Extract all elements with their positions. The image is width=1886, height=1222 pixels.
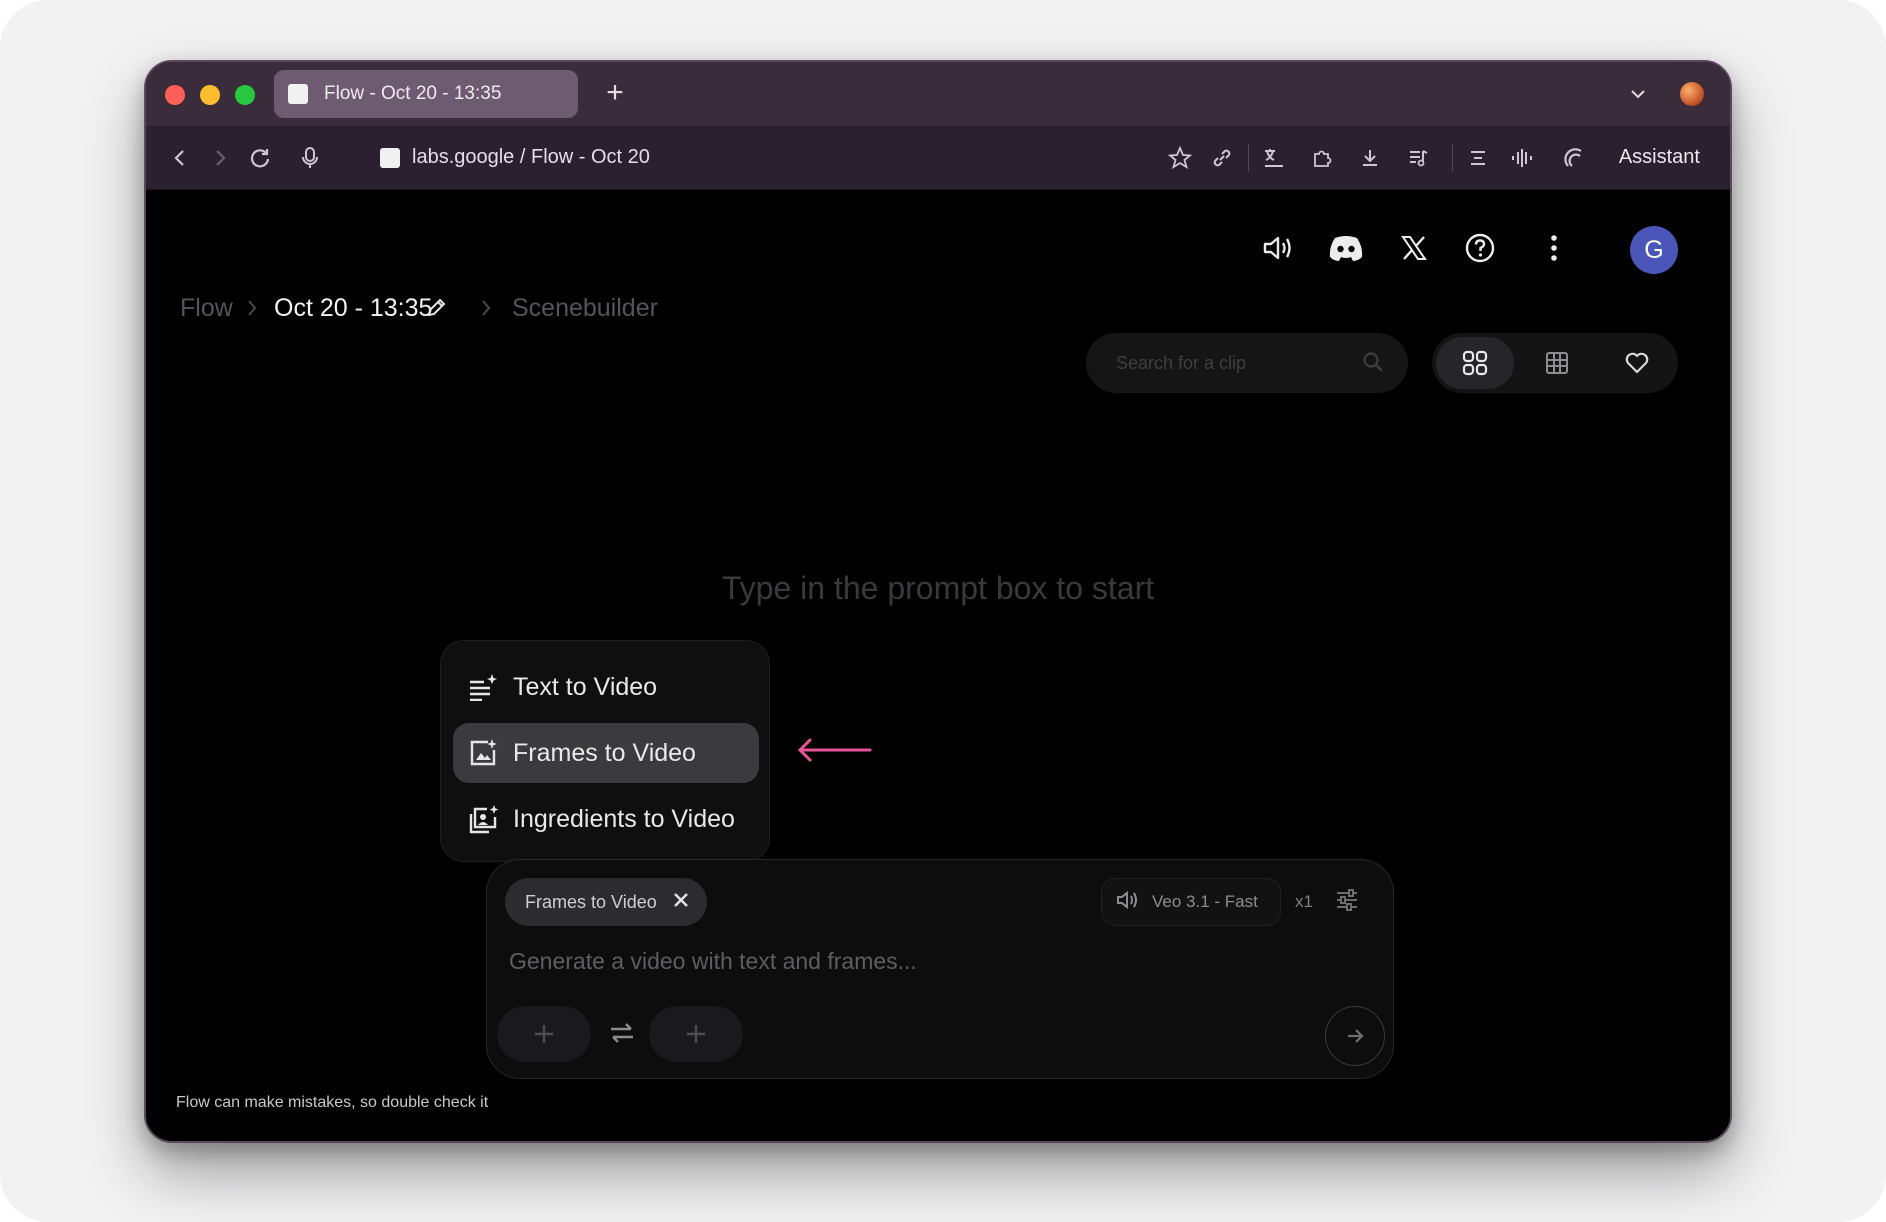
assistant-button-label[interactable]: Assistant [1619, 146, 1700, 169]
user-avatar[interactable]: G [1630, 226, 1678, 274]
menu-item-label: Frames to Video [513, 738, 696, 767]
prompt-input[interactable] [509, 944, 1329, 978]
swap-frames-icon[interactable] [607, 1020, 637, 1051]
ingredients-icon [467, 803, 499, 835]
grid-3x3-icon [1546, 352, 1568, 374]
minimize-window-button[interactable] [200, 85, 220, 105]
breadcrumb-chevron-icon [466, 288, 506, 328]
menu-item-ingredients-to-video[interactable]: Ingredients to Video [453, 789, 759, 849]
generation-mode-menu: Text to Video Frames to Video Ingredient… [440, 640, 770, 862]
clip-search-input[interactable] [1116, 349, 1356, 377]
translate-icon[interactable] [1260, 144, 1288, 172]
menu-item-frames-to-video[interactable]: Frames to Video [453, 723, 759, 783]
browser-window: Flow - Oct 20 - 13:35 + labs.google / Fl… [144, 60, 1732, 1143]
grid-2x2-icon [1462, 350, 1488, 376]
assistant-icon[interactable] [1560, 144, 1588, 172]
edit-pencil-icon[interactable] [416, 288, 456, 328]
tune-settings-icon[interactable] [1335, 888, 1359, 917]
favorites-view-button[interactable] [1598, 337, 1676, 389]
clip-search-box [1086, 333, 1408, 393]
back-arrow-icon[interactable] [166, 144, 194, 172]
grid-large-view-button[interactable] [1436, 337, 1514, 389]
output-count[interactable]: x1 [1295, 892, 1313, 912]
send-button[interactable] [1325, 1006, 1385, 1066]
mode-chip-label: Frames to Video [525, 891, 657, 912]
page-favicon-icon [288, 84, 308, 104]
tab-list-chevron-down-icon[interactable] [1624, 80, 1652, 108]
breadcrumb-root[interactable]: Flow [180, 294, 233, 323]
image-frames-icon [467, 737, 499, 769]
grid-small-view-button[interactable] [1518, 337, 1596, 389]
tab-strip: Flow - Oct 20 - 13:35 + [146, 62, 1730, 126]
close-icon[interactable] [673, 892, 689, 913]
speaker-icon [1116, 890, 1140, 915]
microphone-icon[interactable] [296, 144, 324, 172]
menu-item-label: Text to Video [513, 672, 658, 701]
empty-state-message: Type in the prompt box to start [721, 570, 1155, 606]
media-queue-icon[interactable] [1404, 144, 1432, 172]
annotation-arrow-icon [794, 735, 874, 770]
prompt-box: Frames to Video Veo 3.1 - Fast x1 [486, 859, 1394, 1079]
view-mode-toggle-group [1432, 333, 1678, 393]
forward-arrow-icon[interactable] [206, 144, 234, 172]
share-link-icon[interactable] [1208, 144, 1236, 172]
download-icon[interactable] [1356, 144, 1384, 172]
mode-chip[interactable]: Frames to Video [505, 878, 707, 926]
breadcrumb-chevron-icon [232, 288, 272, 328]
x-social-icon[interactable] [1394, 228, 1434, 268]
new-tab-button[interactable]: + [598, 76, 632, 110]
add-start-frame-button[interactable] [497, 1006, 591, 1062]
reading-list-icon[interactable] [1464, 144, 1492, 172]
heart-icon [1625, 352, 1649, 374]
breadcrumb-project-title: Oct 20 - 13:35 [274, 294, 433, 322]
close-window-button[interactable] [165, 85, 185, 105]
browser-toolbar: labs.google / Flow - Oct 20 Assistant [146, 126, 1730, 190]
browser-profile-icon[interactable] [1680, 82, 1704, 106]
model-name: Veo 3.1 - Fast [1152, 892, 1258, 911]
toolbar-divider [1248, 144, 1249, 172]
audio-waveform-icon[interactable] [1508, 144, 1536, 172]
text-sparkle-icon [467, 671, 499, 703]
reload-icon[interactable] [246, 144, 274, 172]
disclaimer-text: Flow can make mistakes, so double check … [176, 1094, 489, 1111]
bookmark-star-icon[interactable] [1166, 144, 1194, 172]
add-end-frame-button[interactable] [649, 1006, 743, 1062]
plus-icon [687, 1025, 705, 1043]
search-icon[interactable] [1362, 351, 1384, 378]
arrow-right-icon [1348, 1029, 1364, 1043]
menu-item-label: Ingredients to Video [513, 804, 735, 833]
tab-title: Flow - Oct 20 - 13:35 [324, 83, 502, 104]
breadcrumb-view[interactable]: Scenebuilder [512, 294, 658, 323]
sound-speaker-icon[interactable] [1258, 228, 1298, 268]
address-bar-url[interactable]: labs.google / Flow - Oct 20 [412, 146, 650, 169]
extensions-puzzle-icon[interactable] [1308, 144, 1336, 172]
model-selector[interactable]: Veo 3.1 - Fast [1101, 878, 1281, 926]
maximize-window-button[interactable] [235, 85, 255, 105]
browser-tab[interactable]: Flow - Oct 20 - 13:35 [274, 70, 578, 118]
help-question-icon[interactable] [1460, 228, 1500, 268]
url-favicon-icon [380, 148, 400, 168]
toolbar-divider [1452, 144, 1453, 172]
plus-icon [535, 1025, 553, 1043]
discord-icon[interactable] [1326, 228, 1366, 268]
more-vertical-icon[interactable] [1534, 228, 1574, 268]
menu-item-text-to-video[interactable]: Text to Video [453, 657, 759, 717]
